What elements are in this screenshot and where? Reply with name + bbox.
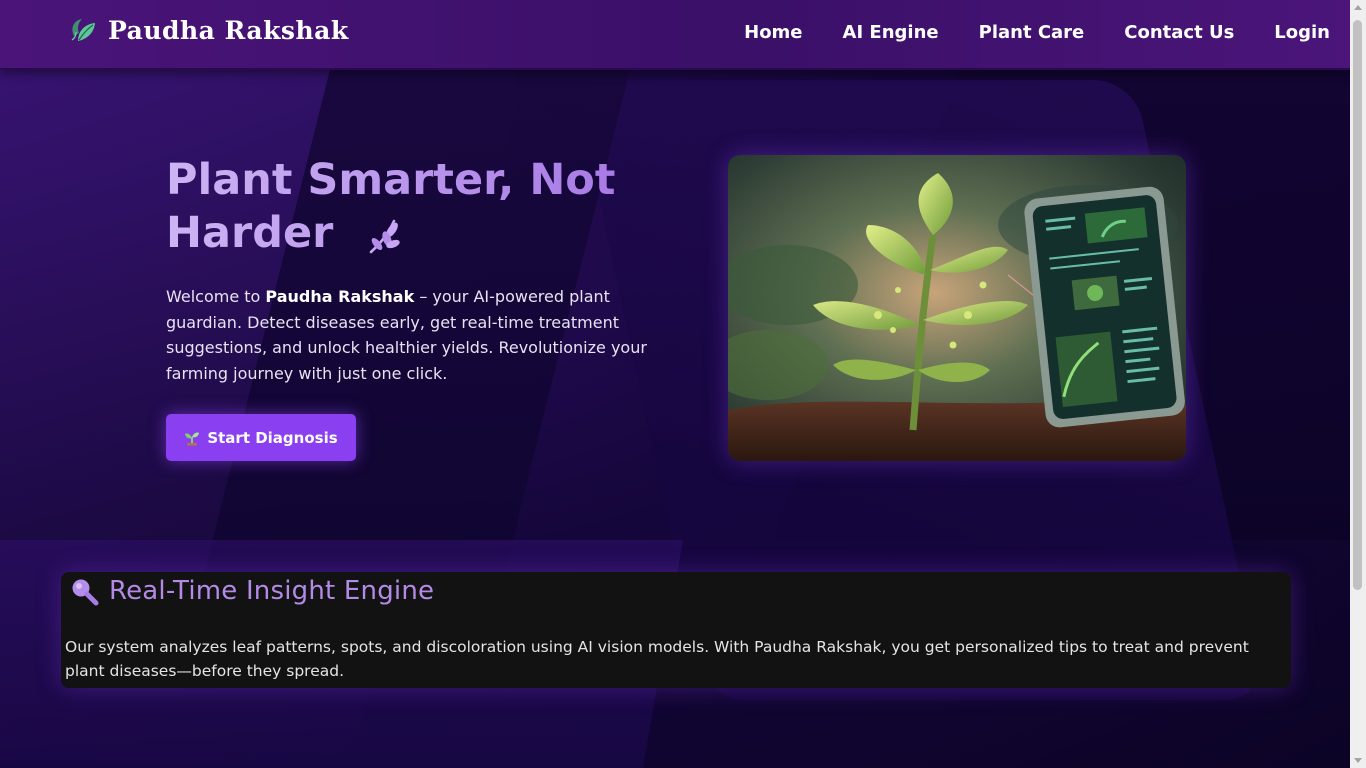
nav-login-link[interactable]: Login: [1274, 22, 1330, 43]
scroll-down-arrow-icon[interactable]: [1354, 758, 1362, 763]
top-navbar: Paudha Rakshak Home AI Engine Plant Care…: [0, 0, 1350, 70]
hero-section: Plant Smarter, Not Harder Welcome to Pau…: [166, 154, 676, 461]
insight-card: Real-Time Insight Engine Our system anal…: [61, 572, 1291, 688]
cta-label: Start Diagnosis: [207, 428, 338, 447]
herb-leaf-icon: [370, 219, 401, 253]
insight-text: Our system analyzes leaf patterns, spots…: [65, 637, 1249, 680]
nav-plant-care-link[interactable]: Plant Care: [979, 22, 1085, 43]
brand-logo[interactable]: Paudha Rakshak: [66, 14, 349, 46]
hero-desc-prefix: Welcome to: [166, 287, 266, 306]
seedling-icon: [185, 431, 200, 445]
leaf-logo-icon: [71, 19, 95, 41]
hero-desc-brand: Paudha Rakshak: [265, 287, 415, 306]
nav-contact-us-link[interactable]: Contact Us: [1124, 22, 1234, 43]
hero-title: Plant Smarter, Not Harder: [166, 154, 676, 260]
hero-title-line1: Plant Smarter, Not: [166, 155, 616, 205]
nav-menu: Home AI Engine Plant Care Contact Us Log…: [744, 22, 1330, 43]
hero-description: Welcome to Paudha Rakshak – your AI-powe…: [166, 284, 656, 386]
nav-home-link[interactable]: Home: [744, 22, 802, 43]
insight-title: Real-Time Insight Engine: [109, 576, 435, 606]
magnifying-glass-icon: [72, 579, 99, 606]
nav-ai-engine-link[interactable]: AI Engine: [843, 22, 939, 43]
vertical-scrollbar[interactable]: [1350, 0, 1366, 768]
start-diagnosis-button[interactable]: Start Diagnosis: [166, 414, 356, 461]
scroll-up-arrow-icon[interactable]: [1354, 5, 1362, 10]
brand-name: Paudha Rakshak: [108, 15, 349, 45]
hero-plant-illustration: [728, 155, 1186, 461]
scroll-thumb[interactable]: [1353, 20, 1362, 590]
hero-title-line2: Harder: [166, 208, 334, 258]
insight-header: Real-Time Insight Engine: [69, 576, 434, 606]
